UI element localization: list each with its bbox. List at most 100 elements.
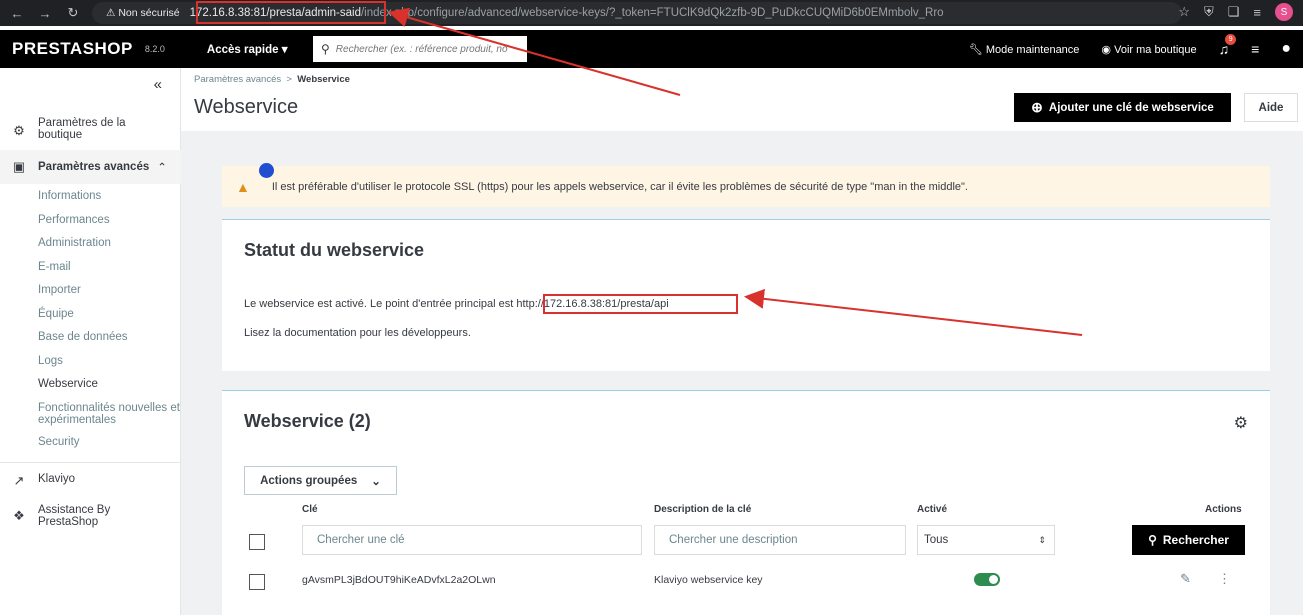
sidebar-sub-team[interactable]: Équipe bbox=[38, 308, 74, 320]
sidebar-item-label: Klaviyo bbox=[38, 473, 76, 485]
tasks-icon[interactable]: ≡ bbox=[1251, 41, 1259, 57]
select-all-checkbox[interactable] bbox=[249, 534, 265, 550]
sidebar-item-label: Assistance By PrestaShop bbox=[38, 504, 111, 528]
sidebar: « ⚙ Paramètres de la boutique ▣ Paramètr… bbox=[0, 68, 181, 615]
sidebar-sub-logs[interactable]: Logs bbox=[38, 355, 63, 367]
cursor-dot bbox=[259, 163, 274, 178]
maintenance-label: Mode maintenance bbox=[985, 43, 1080, 56]
pencil-icon[interactable]: ✎ bbox=[1180, 571, 1191, 587]
chevron-up-icon: ⌃ bbox=[157, 162, 167, 174]
bulk-actions-label: Actions groupées bbox=[260, 474, 358, 487]
breadcrumb-parent[interactable]: Paramètres avancés bbox=[194, 74, 281, 85]
search-icon: ⚲ bbox=[321, 42, 330, 56]
account-icon[interactable]: ● bbox=[1281, 40, 1291, 58]
sidebar-item-shop-params[interactable]: ⚙ Paramètres de la boutique bbox=[0, 117, 181, 141]
column-header-active[interactable]: Activé bbox=[917, 504, 947, 515]
collapse-sidebar-icon[interactable]: « bbox=[154, 76, 162, 93]
sidebar-item-label: Paramètres avancés bbox=[38, 161, 150, 173]
quick-access-label: Accès rapide bbox=[206, 44, 279, 56]
eye-icon: ◉ bbox=[1101, 43, 1112, 56]
shield-extension-icon[interactable]: ⛨ bbox=[1204, 4, 1214, 20]
quick-access-dropdown[interactable]: Accès rapide ▾ bbox=[207, 42, 288, 56]
gear-icon[interactable]: ⚙ bbox=[1234, 413, 1248, 433]
search-input[interactable] bbox=[335, 43, 516, 55]
sidebar-divider bbox=[0, 462, 181, 463]
reading-list-icon[interactable]: ≡ bbox=[1253, 5, 1261, 20]
sidebar-item-assistance[interactable]: ❖ Assistance By PrestaShop bbox=[0, 504, 181, 528]
bulk-actions-dropdown[interactable]: Actions groupées ⌄ bbox=[244, 466, 397, 495]
sidebar-sub-webservice[interactable]: Webservice bbox=[38, 378, 98, 390]
plus-circle-icon: ⊕ bbox=[1031, 99, 1043, 115]
header-search: ⚲ bbox=[313, 36, 527, 62]
search-button[interactable]: ⚲ Rechercher bbox=[1132, 525, 1245, 555]
column-header-key[interactable]: Clé bbox=[302, 504, 318, 515]
list-card-title: Webservice (2) bbox=[244, 411, 371, 431]
help-button[interactable]: Aide bbox=[1244, 93, 1298, 122]
notifications-button[interactable]: ♫ 9 bbox=[1219, 34, 1237, 57]
more-vertical-icon[interactable]: ⋮ bbox=[1218, 571, 1231, 587]
sidebar-sub-database[interactable]: Base de données bbox=[38, 331, 128, 343]
admin-header: PRESTASHOP 8.2.0 Accès rapide ▾ ⚲ 🔧︎ Mod… bbox=[0, 30, 1303, 68]
add-key-label: Ajouter une clé de webservice bbox=[1048, 101, 1214, 114]
forward-icon[interactable]: → bbox=[34, 6, 56, 21]
column-header-actions: Actions bbox=[1205, 504, 1242, 515]
version-label: 8.2.0 bbox=[144, 44, 165, 54]
trending-up-icon: ↗ bbox=[13, 473, 25, 488]
breadcrumb-current: Webservice bbox=[297, 74, 350, 85]
column-header-description[interactable]: Description de la clé bbox=[654, 504, 751, 515]
breadcrumb: Paramètres avancés > Webservice bbox=[194, 74, 350, 85]
active-filter-value: Tous bbox=[924, 534, 949, 546]
developer-docs-link[interactable]: documentation pour les développeurs bbox=[284, 327, 467, 339]
reload-icon[interactable]: ↻ bbox=[62, 5, 84, 21]
gear-icon: ⚙ bbox=[13, 123, 25, 138]
sidebar-sub-import[interactable]: Importer bbox=[38, 284, 81, 296]
row-active-toggle[interactable] bbox=[974, 573, 1000, 586]
back-icon[interactable]: ← bbox=[6, 6, 28, 21]
puzzle-icon: ❖ bbox=[13, 508, 25, 523]
annotation-box-url bbox=[196, 1, 386, 24]
chevron-down-icon: ⌄ bbox=[371, 475, 381, 488]
docs-prefix: Lisez la bbox=[244, 327, 282, 339]
ssl-warning-alert: ▲ Il est préférable d'utiliser le protoc… bbox=[222, 166, 1270, 207]
row-key: gAvsmPL3jBdOUT9hiKeADvfxL2a2OLwn bbox=[302, 574, 496, 586]
search-icon: ⚲ bbox=[1148, 533, 1157, 547]
sidebar-sub-informations[interactable]: Informations bbox=[38, 190, 101, 202]
warning-icon: ▲ bbox=[236, 178, 250, 195]
header-actions: 🔧︎ Mode maintenance ◉ Voir ma boutique ♫… bbox=[969, 30, 1291, 68]
annotation-box-endpoint bbox=[543, 294, 738, 314]
sidebar-item-klaviyo[interactable]: ↗ Klaviyo bbox=[0, 473, 181, 489]
sidebar-sub-email[interactable]: E-mail bbox=[38, 261, 71, 273]
search-button-label: Rechercher bbox=[1162, 533, 1229, 547]
wrench-icon: 🔧︎ bbox=[968, 43, 983, 56]
profile-avatar[interactable]: S bbox=[1275, 3, 1293, 21]
bookmark-star-icon[interactable]: ☆ bbox=[1178, 4, 1190, 20]
url-path: /index.php/configure/advanced/webservice… bbox=[360, 7, 944, 19]
webservice-status-card: Statut du webservice Le webservice est a… bbox=[222, 219, 1270, 371]
view-shop-link[interactable]: ◉ Voir ma boutique bbox=[1101, 43, 1196, 56]
docs-suffix: . bbox=[467, 327, 471, 339]
insecure-indicator[interactable]: ⚠ Non sécurisé bbox=[106, 7, 180, 19]
browser-extensions: ☆ ⛨ ❏ ≡ S bbox=[1178, 3, 1293, 21]
key-filter-input[interactable]: Chercher une clé bbox=[302, 525, 642, 555]
add-webservice-key-button[interactable]: ⊕ Ajouter une clé de webservice bbox=[1014, 93, 1231, 122]
maintenance-link[interactable]: 🔧︎ Mode maintenance bbox=[969, 43, 1080, 56]
advanced-settings-icon: ▣ bbox=[12, 159, 26, 174]
row-checkbox[interactable] bbox=[249, 574, 265, 590]
status-card-title: Statut du webservice bbox=[244, 240, 425, 260]
breadcrumb-separator: > bbox=[286, 74, 292, 85]
sidebar-item-advanced-params[interactable]: ▣ Paramètres avancés ⌃ bbox=[0, 150, 181, 184]
sidebar-sub-security[interactable]: Security bbox=[38, 436, 80, 448]
page-title: Webservice bbox=[194, 96, 299, 118]
extensions-puzzle-icon[interactable]: ❏ bbox=[1228, 4, 1240, 20]
sidebar-sub-performances[interactable]: Performances bbox=[38, 214, 110, 226]
row-description: Klaviyo webservice key bbox=[654, 574, 763, 586]
security-label: Non sécurisé bbox=[118, 7, 180, 19]
sidebar-sub-new-features[interactable]: Fonctionnalités nouvelles et expérimenta… bbox=[38, 402, 180, 426]
active-filter-select[interactable]: Tous ⇕ bbox=[917, 525, 1055, 555]
description-filter-input[interactable]: Chercher une description bbox=[654, 525, 906, 555]
prestashop-logo[interactable]: PRESTASHOP bbox=[12, 39, 133, 59]
sidebar-sub-administration[interactable]: Administration bbox=[38, 237, 111, 249]
status-line-docs: Lisez la documentation pour les développ… bbox=[244, 327, 471, 339]
select-arrows-icon: ⇕ bbox=[1038, 534, 1046, 545]
notification-badge: 9 bbox=[1225, 34, 1237, 45]
